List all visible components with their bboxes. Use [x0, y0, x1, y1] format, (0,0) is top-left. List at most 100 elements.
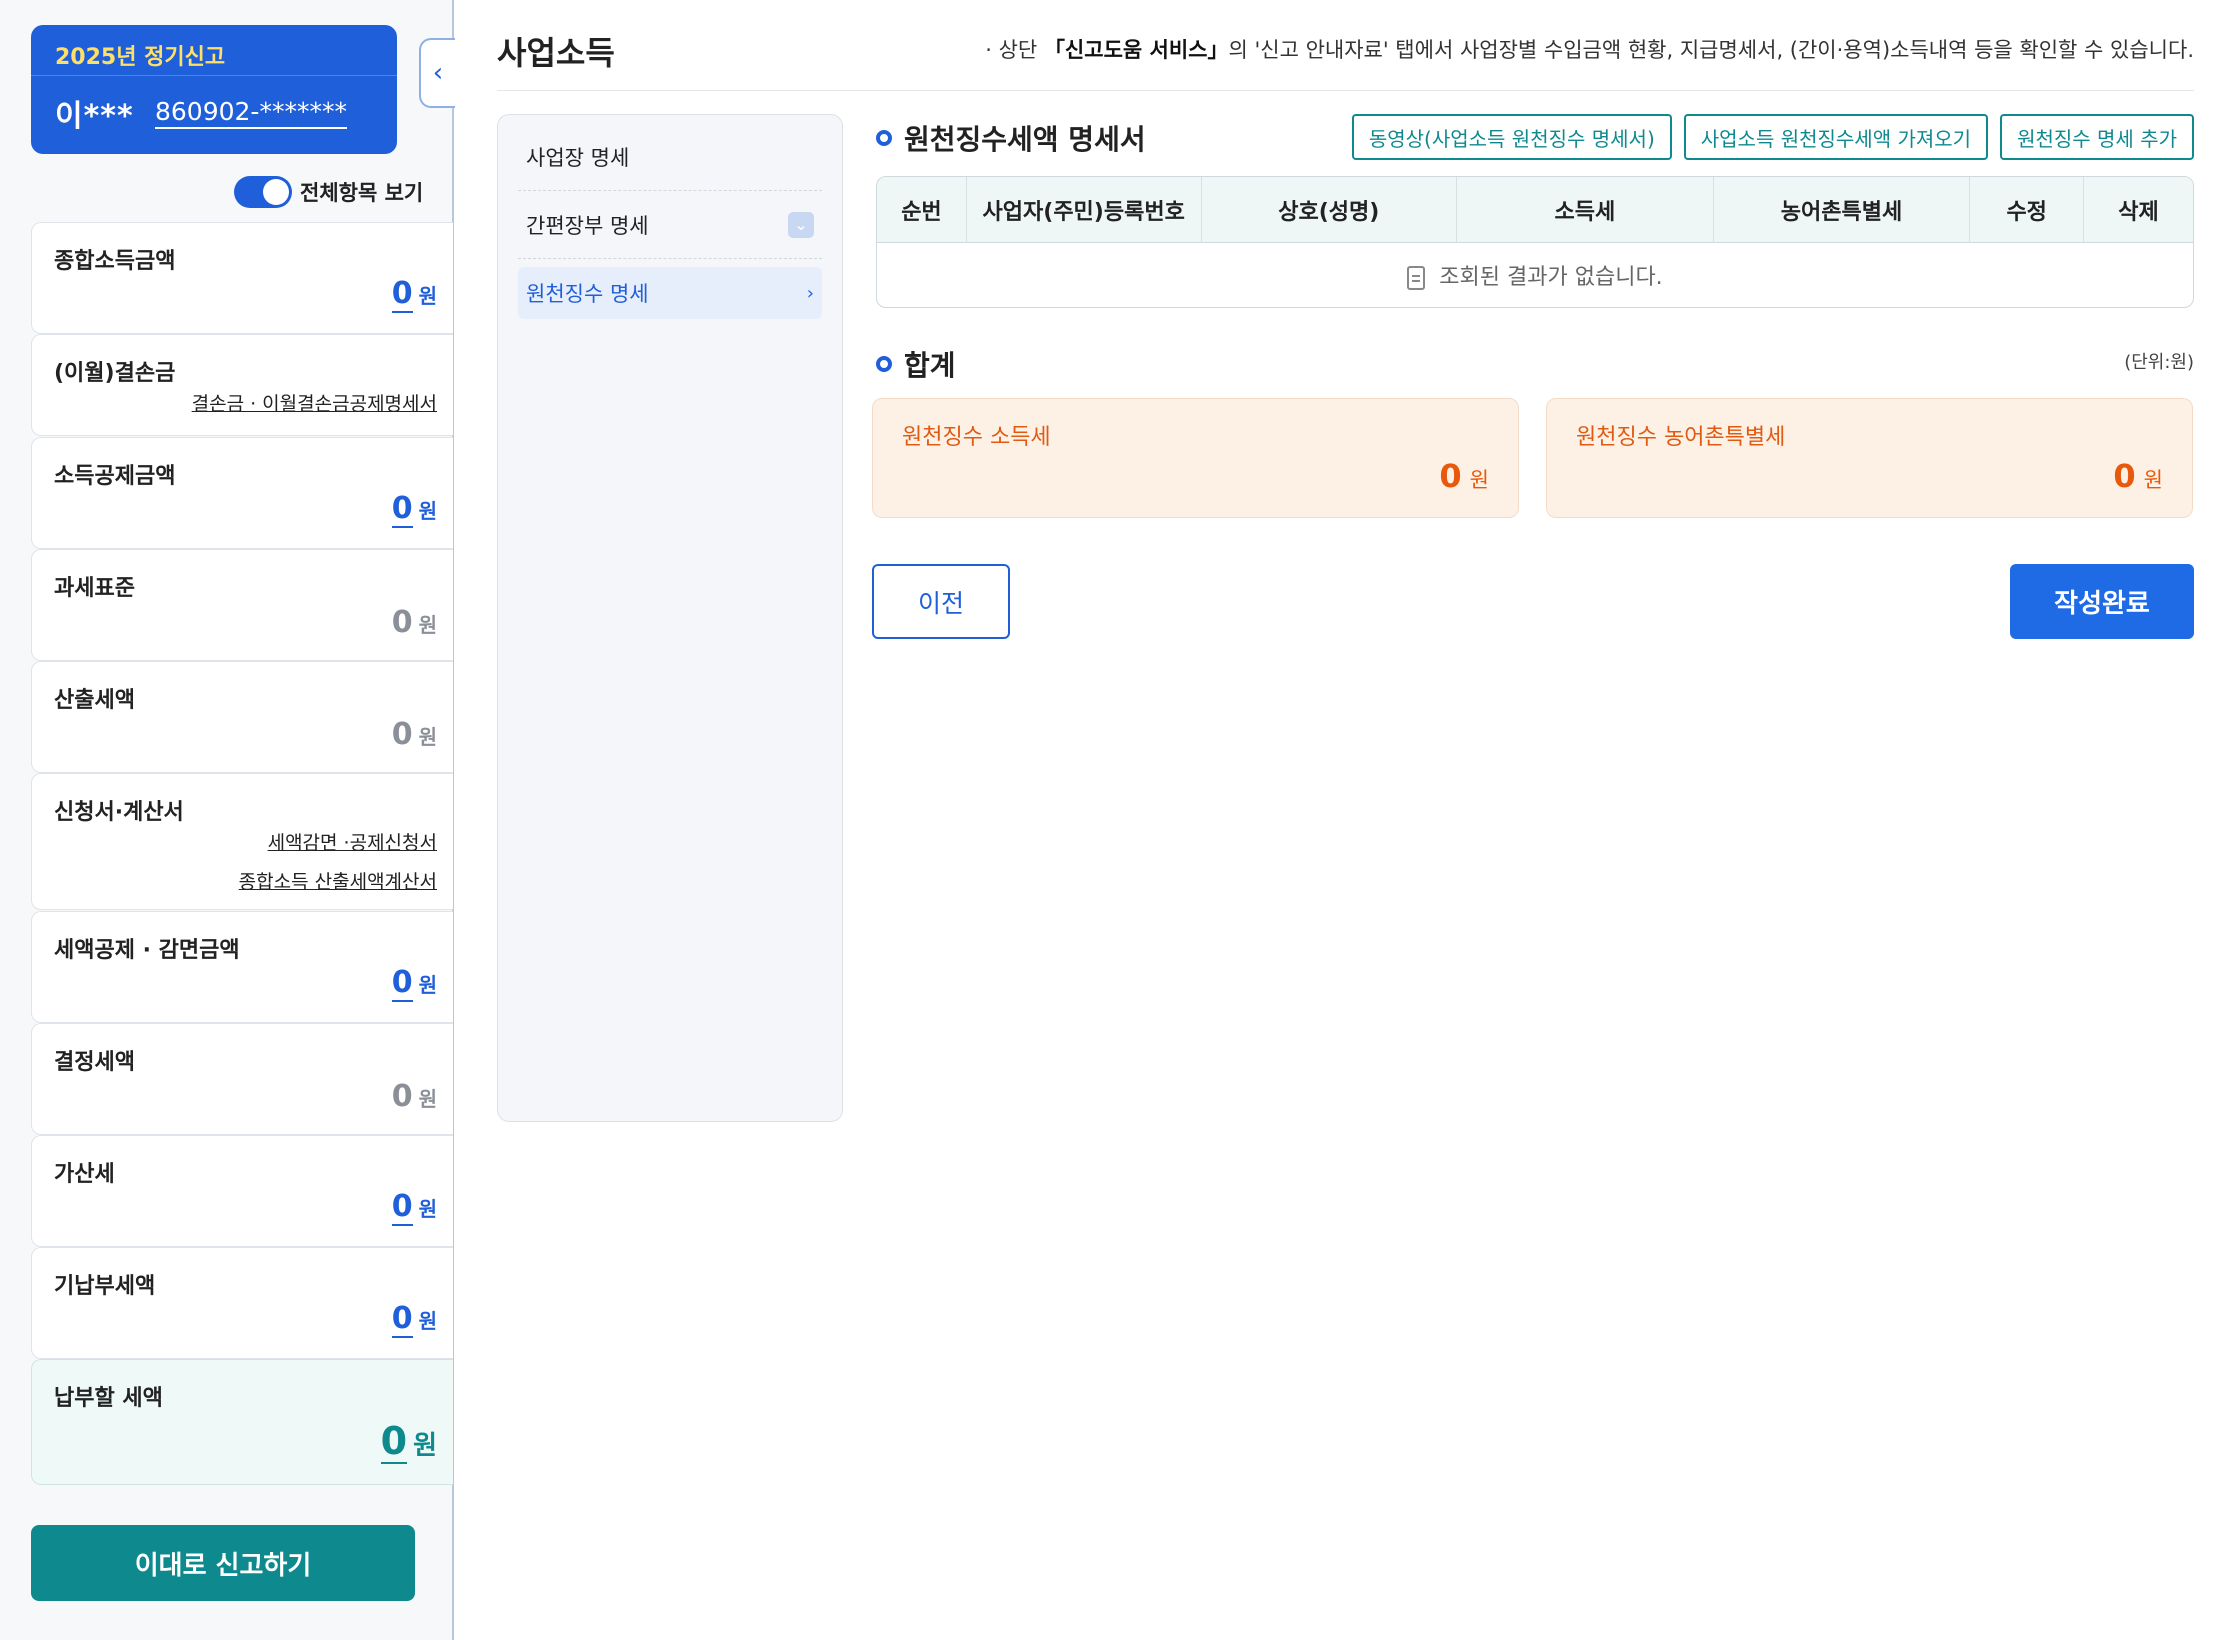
- business-income-submenu: 사업장 명세 간편장부 명세 ⌄ 원천징수 명세 ›: [497, 114, 843, 1122]
- chevron-right-icon: ›: [806, 282, 814, 304]
- summary-label: 종합소득금액: [54, 249, 176, 274]
- calculated-tax-statement-link[interactable]: 종합소득 산출세액계산서: [239, 867, 437, 894]
- summary-amount: 0: [391, 717, 413, 752]
- withholding-table: 순번 사업자(주민)등록번호 상호(성명) 소득세 농어촌특별세 수정 삭제 조…: [876, 176, 2194, 308]
- summary-value[interactable]: 0원: [391, 494, 437, 528]
- summary-card-tax-credit: 세액공제 · 감면금액 0원: [31, 911, 453, 1023]
- tax-reduction-application-link[interactable]: 세액감면 ·공제신청서: [239, 828, 437, 855]
- submenu-item-business-place[interactable]: 사업장 명세: [518, 123, 822, 191]
- summary-label: 기납부세액: [54, 1274, 156, 1299]
- summary-unit: 원: [418, 284, 437, 308]
- summary-card-payable-tax: 납부할 세액 0원: [31, 1359, 453, 1485]
- summary-card-calculated-tax: 산출세액 0원: [31, 661, 453, 773]
- section-title-text: 합계: [904, 349, 956, 382]
- summary-label: 산출세액: [54, 688, 135, 713]
- tax-card-value: 0원: [2113, 457, 2163, 495]
- taxpayer-rrn: 860902-*******: [155, 97, 347, 129]
- submenu-item-withholding[interactable]: 원천징수 명세 ›: [518, 267, 822, 319]
- complete-button[interactable]: 작성완료: [2010, 564, 2194, 639]
- notice-text: 의 '신고 안내자료' 탭에서 사업장별 수입금액 현황, 지급명세서, (간이…: [1228, 38, 2195, 62]
- guide-notice: · 상단 「신고도움 서비스」의 '신고 안내자료' 탭에서 사업장별 수입금액…: [985, 34, 2194, 64]
- summary-unit: 원: [418, 1197, 437, 1221]
- summary-value[interactable]: 0원: [391, 1304, 437, 1338]
- summary-amount[interactable]: 0: [391, 494, 413, 528]
- show-all-toggle[interactable]: [234, 176, 292, 208]
- previous-button[interactable]: 이전: [872, 564, 1010, 639]
- summary-value[interactable]: 0원: [391, 279, 437, 313]
- summary-value: 0원: [392, 720, 437, 752]
- column-header: 사업자(주민)등록번호: [966, 177, 1202, 243]
- summary-amount: 0: [391, 605, 413, 640]
- summary-label: 세액공제 · 감면금액: [54, 938, 240, 963]
- summary-unit: 원: [418, 613, 437, 637]
- notice-service-name: 「신고도움 서비스」: [1043, 38, 1229, 62]
- summary-label: 결정세액: [54, 1050, 135, 1075]
- notice-prefix: 상단: [998, 38, 1044, 62]
- column-header: 삭제: [2084, 177, 2193, 243]
- summary-unit: 원: [418, 725, 437, 749]
- summary-value: 0원: [392, 608, 437, 640]
- summary-label: 가산세: [54, 1162, 115, 1187]
- submenu-item-simple-ledger[interactable]: 간편장부 명세 ⌄: [518, 191, 822, 259]
- submenu-item-label: 원천징수 명세: [526, 282, 649, 306]
- summary-amount[interactable]: 0: [391, 279, 413, 313]
- column-header: 농어촌특별세: [1713, 177, 1971, 243]
- column-header: 상호(성명): [1201, 177, 1458, 243]
- summary-unit: 원: [418, 499, 437, 523]
- summary-value: 0원: [392, 1082, 437, 1114]
- summary-card-penalty-tax: 가산세 0원: [31, 1135, 453, 1247]
- title-divider: [497, 90, 2194, 91]
- payable-tax-amount: 0: [380, 1419, 408, 1464]
- unit-note: (단위:원): [2124, 352, 2194, 373]
- summary-amount: 0: [391, 1079, 413, 1114]
- chevron-down-icon[interactable]: ⌄: [788, 211, 814, 238]
- add-withholding-button[interactable]: 원천징수 명세 추가: [2000, 114, 2194, 160]
- summary-amount[interactable]: 0: [391, 1304, 413, 1338]
- summary-card-prepaid-tax: 기납부세액 0원: [31, 1247, 453, 1359]
- taxpayer-profile-card: 2025년 정기신고 이*** 860902-*******: [31, 25, 397, 154]
- chevron-left-icon: ‹: [432, 58, 444, 88]
- summary-label: 과세표준: [54, 576, 135, 601]
- tax-card-unit: 원: [2143, 468, 2163, 492]
- submenu-item-label: 간편장부 명세: [526, 213, 649, 238]
- summary-value: 0원: [380, 1419, 437, 1464]
- summary-label: (이월)결손금: [54, 361, 176, 386]
- import-withholding-button[interactable]: 사업소득 원천징수세액 가져오기: [1683, 114, 1989, 160]
- summary-card-carryover-loss: (이월)결손금 결손금 · 이월결손금공제명세서: [31, 334, 453, 436]
- tax-card-value: 0원: [1439, 457, 1489, 495]
- summary-value[interactable]: 0원: [391, 968, 437, 1002]
- tax-card-unit: 원: [1469, 468, 1489, 492]
- summary-amount[interactable]: 0: [391, 968, 413, 1002]
- summary-card-determined-tax: 결정세액 0원: [31, 1023, 453, 1135]
- document-icon: [1407, 266, 1426, 290]
- video-guide-button[interactable]: 동영상(사업소득 원천징수 명세서): [1351, 114, 1672, 160]
- withholding-section-title: 원천징수세액 명세서: [876, 118, 1146, 158]
- withholding-toolbar: 동영상(사업소득 원천징수 명세서) 사업소득 원천징수세액 가져오기 원천징수…: [1351, 114, 2194, 160]
- summary-card-tax-base: 과세표준 0원: [31, 549, 453, 661]
- summary-label: 소득공제금액: [54, 464, 176, 489]
- tax-card-amount: 0: [1439, 457, 1462, 495]
- column-header: 수정: [1970, 177, 2085, 243]
- summary-value[interactable]: 0원: [391, 1192, 437, 1226]
- withholding-income-tax-card: 원천징수 소득세 0원: [872, 398, 1519, 518]
- column-header: 소득세: [1457, 177, 1714, 243]
- tax-card-label: 원천징수 소득세: [902, 425, 1051, 450]
- tax-card-label: 원천징수 농어촌특별세: [1576, 425, 1786, 450]
- totals-section-title: 합계: [876, 344, 956, 384]
- summary-unit: 원: [418, 1087, 437, 1111]
- section-bullet-icon: [876, 356, 892, 372]
- section-bullet-icon: [876, 130, 892, 146]
- summary-amount[interactable]: 0: [391, 1192, 413, 1226]
- summary-unit: 원: [418, 973, 437, 997]
- tax-card-amount: 0: [2113, 457, 2136, 495]
- file-as-is-button[interactable]: 이대로 신고하기: [31, 1525, 415, 1601]
- carryover-loss-statement-link[interactable]: 결손금 · 이월결손금공제명세서: [192, 389, 437, 416]
- collapse-sidebar-button[interactable]: ‹: [419, 38, 455, 108]
- summary-unit: 원: [413, 1431, 437, 1461]
- summary-card-income-deduction: 소득공제금액 0원: [31, 437, 453, 549]
- table-header-row: 순번 사업자(주민)등록번호 상호(성명) 소득세 농어촌특별세 수정 삭제: [877, 177, 2193, 243]
- show-all-toggle-row[interactable]: 전체항목 보기: [234, 176, 423, 208]
- summary-label: 납부할 세액: [54, 1386, 163, 1411]
- taxpayer-name: 이***: [55, 99, 134, 134]
- bullet-icon: ·: [985, 38, 999, 62]
